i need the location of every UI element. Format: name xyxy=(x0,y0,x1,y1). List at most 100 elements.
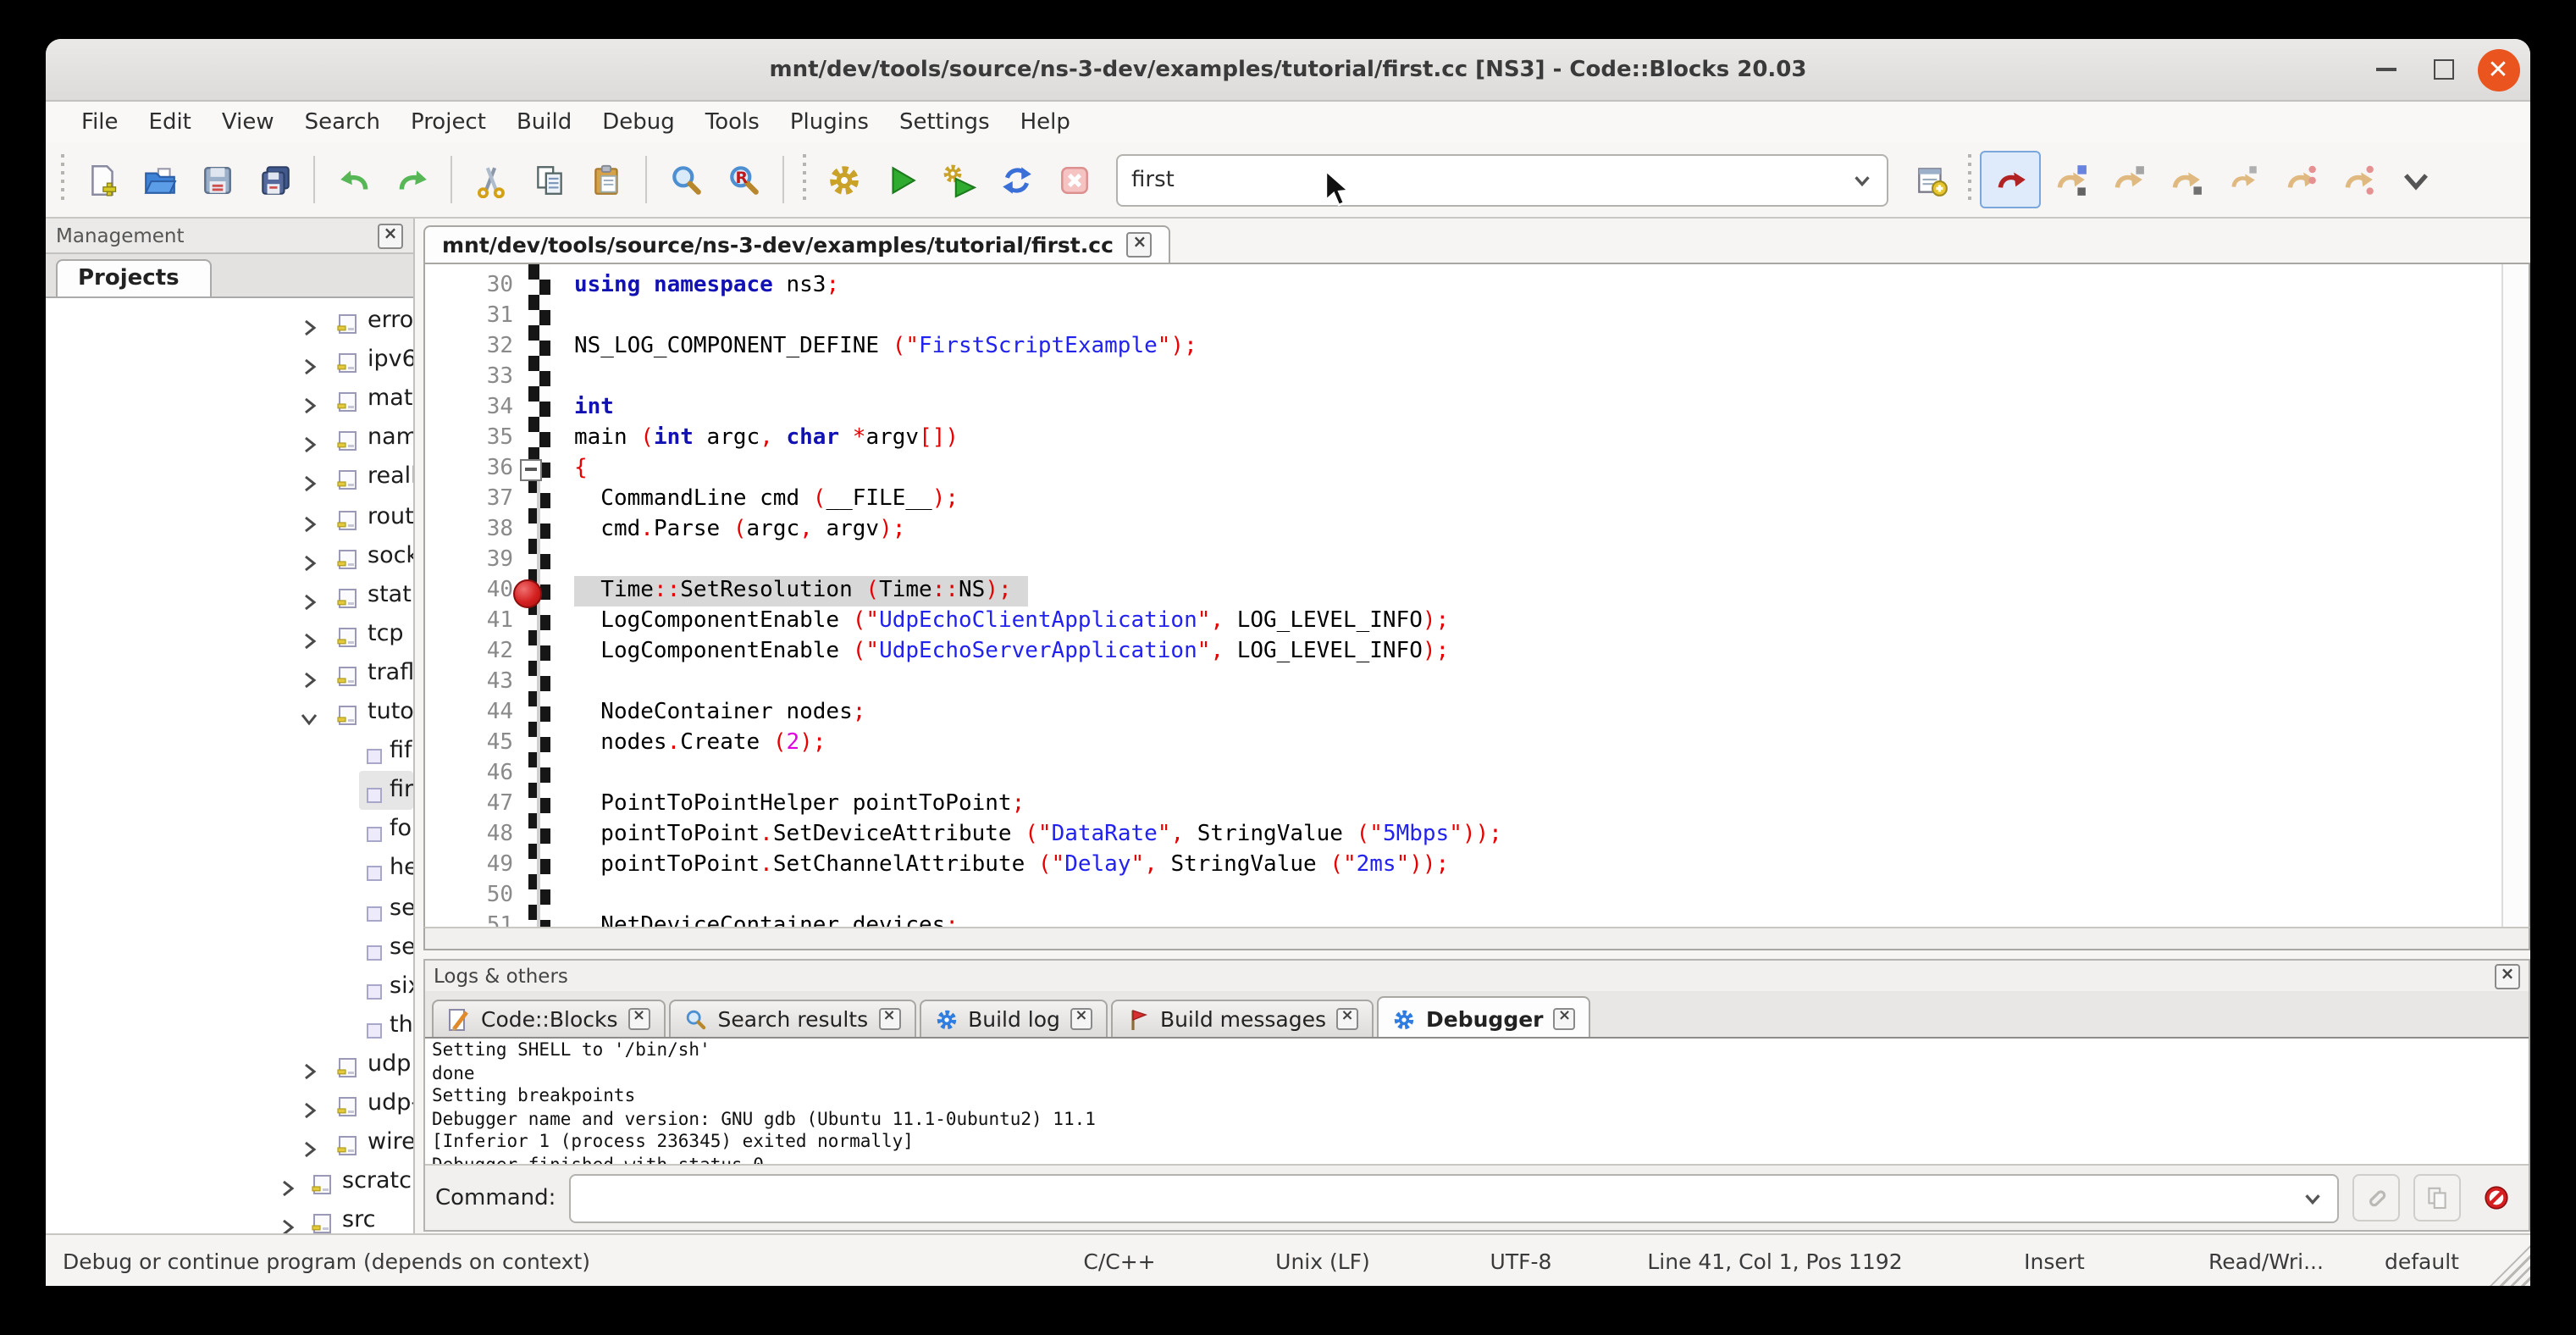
code-line-50[interactable]: 50 xyxy=(425,881,2503,911)
log-tab-close-button[interactable]: × xyxy=(878,1008,900,1030)
line-number[interactable]: 32 xyxy=(425,332,513,363)
log-tab-close-button[interactable]: × xyxy=(1070,1008,1092,1030)
chevron-right-icon[interactable] xyxy=(300,1094,318,1113)
log-tab-close-button[interactable]: × xyxy=(628,1008,650,1030)
code-text[interactable]: { xyxy=(574,454,588,485)
menu-debug[interactable]: Debug xyxy=(587,104,690,140)
line-number[interactable]: 50 xyxy=(425,881,513,911)
chevron-right-icon[interactable] xyxy=(300,312,318,330)
toolbar-grip[interactable] xyxy=(1965,154,1975,205)
resize-grip[interactable] xyxy=(2490,1245,2530,1286)
toolbar-overflow-button[interactable] xyxy=(2386,152,2444,207)
tree-item-trafl[interactable]: trafl xyxy=(46,654,413,693)
tree-item-wire[interactable]: wire xyxy=(46,1123,413,1162)
build-and-run-button[interactable] xyxy=(930,152,987,207)
tree-item-sock[interactable]: sock xyxy=(46,536,413,575)
menu-help[interactable]: Help xyxy=(1005,104,1086,140)
menu-build[interactable]: Build xyxy=(501,104,587,140)
tree-item-ipv6[interactable]: ipv6 xyxy=(46,341,413,379)
line-number[interactable]: 48 xyxy=(425,820,513,850)
code-line-35[interactable]: 35main (int argc, char *argv[]) xyxy=(425,424,2503,454)
chevron-right-icon[interactable] xyxy=(300,468,318,487)
undo-button[interactable] xyxy=(325,152,383,207)
log-tab-debugger[interactable]: Debugger× xyxy=(1377,996,1591,1037)
code-line-32[interactable]: 32NS_LOG_COMPONENT_DEFINE ("FirstScriptE… xyxy=(425,332,2503,363)
code-text[interactable]: NetDeviceContainer devices; xyxy=(574,911,959,927)
replace-button[interactable]: R xyxy=(715,152,772,207)
code-line-46[interactable]: 46 xyxy=(425,759,2503,789)
code-text[interactable]: CommandLine cmd (__FILE__); xyxy=(574,485,959,515)
tab-projects[interactable]: Projects xyxy=(56,259,212,296)
code-text[interactable]: cmd.Parse (argc, argv); xyxy=(574,515,905,546)
line-number[interactable]: 40 xyxy=(425,576,513,607)
tree-item-se[interactable]: se xyxy=(46,889,413,928)
line-number[interactable]: 45 xyxy=(425,728,513,759)
stop-debugger-button[interactable] xyxy=(2474,1176,2518,1220)
code-editor[interactable]: 30using namespace ns3;3132NS_LOG_COMPONE… xyxy=(423,263,2530,927)
tree-item-tcp[interactable]: tcp xyxy=(46,615,413,654)
code-line-38[interactable]: 38 cmd.Parse (argc, argv); xyxy=(425,515,2503,546)
code-line-41[interactable]: 41 LogComponentEnable ("UdpEchoClientApp… xyxy=(425,607,2503,637)
code-line-34[interactable]: 34int xyxy=(425,393,2503,424)
code-line-47[interactable]: 47 PointToPointHelper pointToPoint; xyxy=(425,789,2503,820)
tree-item-mat[interactable]: mat xyxy=(46,379,413,418)
next-line-button[interactable] xyxy=(2098,152,2156,207)
code-line-40[interactable]: 40 Time::SetResolution (Time::NS); xyxy=(425,576,2503,607)
abort-button[interactable] xyxy=(1045,152,1103,207)
next-instruction-button[interactable] xyxy=(2271,152,2329,207)
chevron-right-icon[interactable] xyxy=(300,507,318,526)
code-line-42[interactable]: 42 LogComponentEnable ("UdpEchoServerApp… xyxy=(425,637,2503,668)
selected-code-text[interactable]: Time::SetResolution (Time::NS); xyxy=(574,576,1029,607)
tree-item-rout[interactable]: rout xyxy=(46,497,413,536)
menu-tools[interactable]: Tools xyxy=(690,104,775,140)
tree-item-src[interactable]: src xyxy=(46,1202,413,1233)
line-number[interactable]: 47 xyxy=(425,789,513,820)
step-into-instruction-button[interactable] xyxy=(2329,152,2386,207)
maximize-button[interactable] xyxy=(2422,39,2466,100)
line-number[interactable]: 39 xyxy=(425,546,513,576)
breakpoint-marker[interactable] xyxy=(513,579,542,607)
code-line-43[interactable]: 43 xyxy=(425,668,2503,698)
management-close-button[interactable]: × xyxy=(378,223,403,248)
tree-item-he[interactable]: he xyxy=(46,850,413,889)
line-number[interactable]: 31 xyxy=(425,302,513,332)
debug-continue-button[interactable] xyxy=(1980,151,2041,208)
tree-item-udp[interactable]: udp xyxy=(46,1045,413,1084)
line-number[interactable]: 38 xyxy=(425,515,513,546)
tree-item-th[interactable]: th xyxy=(46,1006,413,1045)
open-file-button[interactable] xyxy=(130,152,188,207)
line-number[interactable]: 41 xyxy=(425,607,513,637)
log-tab-build-log[interactable]: Build log× xyxy=(919,1000,1108,1037)
menu-view[interactable]: View xyxy=(207,104,290,140)
code-line-31[interactable]: 31 xyxy=(425,302,2503,332)
code-text[interactable]: int xyxy=(574,393,614,424)
step-out-button[interactable] xyxy=(2214,152,2271,207)
editor-horizontal-scrollbar[interactable] xyxy=(423,927,2530,950)
code-line-45[interactable]: 45 nodes.Create (2); xyxy=(425,728,2503,759)
copy-button[interactable] xyxy=(520,152,578,207)
save-button[interactable] xyxy=(188,152,246,207)
code-text[interactable]: PointToPointHelper pointToPoint; xyxy=(574,789,1025,820)
attach-button[interactable] xyxy=(2352,1174,2400,1221)
chevron-right-icon[interactable] xyxy=(300,1133,318,1152)
chevron-right-icon[interactable] xyxy=(300,351,318,369)
line-number[interactable]: 33 xyxy=(425,363,513,393)
chevron-down-icon[interactable] xyxy=(300,703,318,722)
tree-item-six[interactable]: six xyxy=(46,967,413,1005)
code-line-30[interactable]: 30using namespace ns3; xyxy=(425,271,2503,302)
line-number[interactable]: 43 xyxy=(425,668,513,698)
line-number[interactable]: 35 xyxy=(425,424,513,454)
menu-settings[interactable]: Settings xyxy=(884,104,1005,140)
code-line-51[interactable]: 51 NetDeviceContainer devices; xyxy=(425,911,2503,927)
code-text[interactable]: NodeContainer nodes; xyxy=(574,698,865,728)
line-number[interactable]: 44 xyxy=(425,698,513,728)
line-number[interactable]: 36 xyxy=(425,454,513,485)
menu-plugins[interactable]: Plugins xyxy=(775,104,884,140)
log-tab-close-button[interactable]: × xyxy=(1336,1008,1358,1030)
cut-button[interactable] xyxy=(462,152,520,207)
chevron-right-icon[interactable] xyxy=(278,1172,296,1191)
chevron-right-icon[interactable] xyxy=(300,625,318,644)
rebuild-button[interactable] xyxy=(987,152,1045,207)
editor-tab-close-button[interactable]: × xyxy=(1127,232,1153,258)
chevron-right-icon[interactable] xyxy=(300,429,318,448)
